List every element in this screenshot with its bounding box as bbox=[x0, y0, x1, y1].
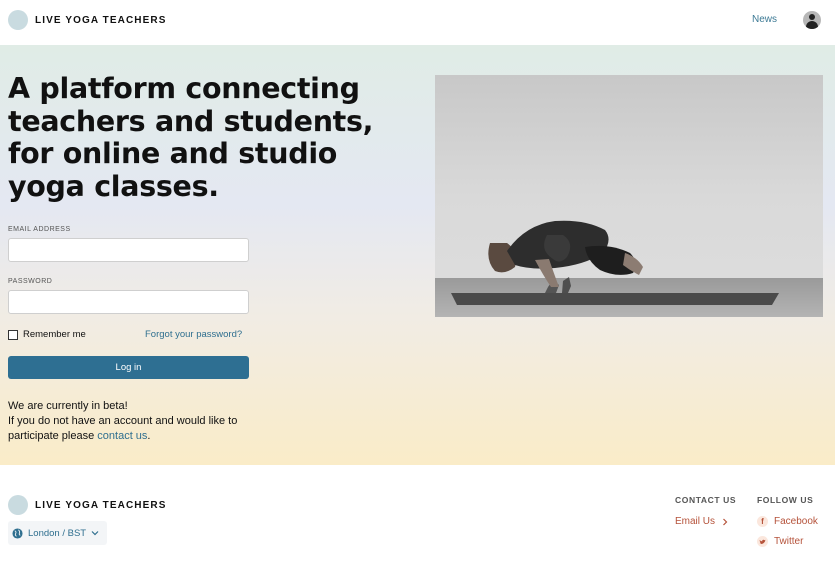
nav-news-link[interactable]: News bbox=[752, 14, 777, 25]
login-button[interactable]: Log in bbox=[8, 356, 249, 379]
footer-logo-icon[interactable] bbox=[8, 495, 28, 515]
email-field[interactable] bbox=[8, 238, 249, 262]
globe-icon bbox=[12, 527, 23, 539]
facebook-icon: f bbox=[757, 516, 768, 527]
facebook-link[interactable]: f Facebook bbox=[757, 516, 818, 527]
top-header: LIVE YOGA TEACHERS News bbox=[0, 0, 835, 45]
follow-us-heading: FOLLOW US bbox=[757, 495, 814, 505]
email-us-link[interactable]: Email Us bbox=[675, 516, 729, 527]
contact-us-heading: CONTACT US bbox=[675, 495, 737, 505]
brand-name[interactable]: LIVE YOGA TEACHERS bbox=[35, 15, 167, 26]
avatar-body-shape bbox=[806, 21, 818, 29]
beta-line-2-suffix: . bbox=[147, 430, 151, 442]
email-us-label: Email Us bbox=[675, 516, 716, 527]
beta-line-1: We are currently in beta! bbox=[8, 400, 128, 412]
twitter-link[interactable]: Twitter bbox=[757, 536, 803, 547]
avatar[interactable] bbox=[803, 11, 821, 29]
password-label: PASSWORD bbox=[8, 278, 53, 285]
contact-us-link[interactable]: contact us bbox=[97, 430, 147, 442]
twitter-bird-glyph bbox=[759, 539, 766, 544]
twitter-label: Twitter bbox=[774, 536, 804, 547]
remember-me-label: Remember me bbox=[23, 329, 86, 340]
beta-line-2: If you do not have an account and would … bbox=[8, 414, 268, 444]
chevron-down-icon bbox=[91, 531, 99, 536]
timezone-label: London / BST bbox=[28, 527, 87, 539]
password-field[interactable] bbox=[8, 290, 249, 314]
avatar-head-shape bbox=[809, 14, 815, 20]
yoga-pose-photo bbox=[435, 75, 823, 317]
remember-me-checkbox[interactable] bbox=[8, 329, 18, 340]
twitter-icon bbox=[757, 536, 768, 547]
page-title: A platform connecting teachers and stude… bbox=[8, 72, 374, 203]
yoga-photo-svg bbox=[435, 75, 823, 317]
forgot-password-link[interactable]: Forgot your password? bbox=[145, 329, 242, 340]
beta-notice: We are currently in beta! If you do not … bbox=[8, 399, 268, 444]
site-footer: LIVE YOGA TEACHERS London / BST CONTACT … bbox=[0, 465, 835, 563]
chevron-right-icon bbox=[723, 518, 728, 525]
footer-brand-name[interactable]: LIVE YOGA TEACHERS bbox=[35, 500, 167, 511]
timezone-selector[interactable]: London / BST bbox=[8, 521, 108, 545]
email-label: EMAIL ADDRESS bbox=[8, 226, 71, 233]
hero-section: A platform connecting teachers and stude… bbox=[0, 45, 835, 465]
remember-me-row[interactable]: Remember me bbox=[8, 329, 86, 340]
logo-icon[interactable] bbox=[8, 10, 28, 30]
facebook-label: Facebook bbox=[774, 516, 818, 527]
